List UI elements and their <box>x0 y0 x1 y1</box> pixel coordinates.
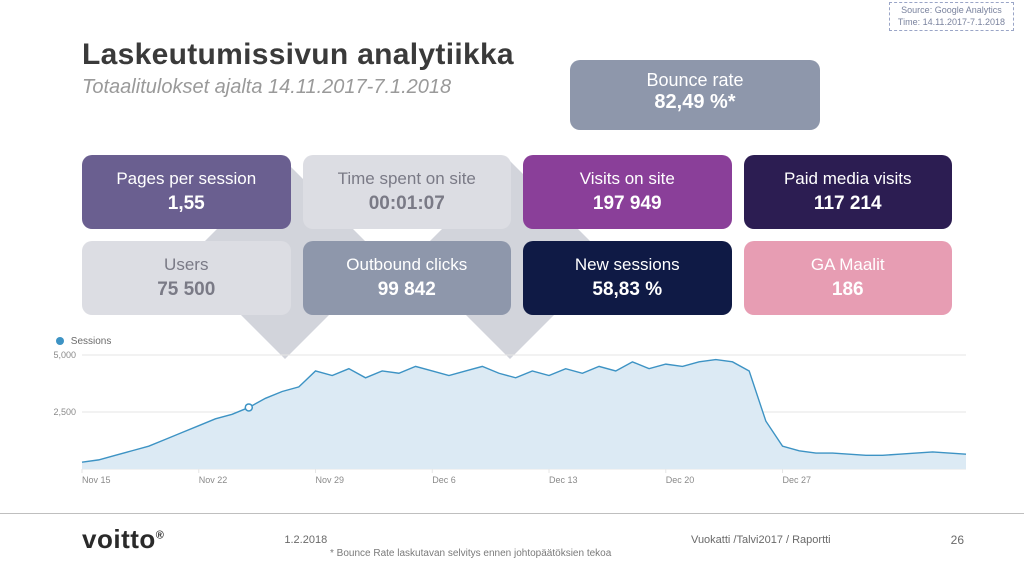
chart-legend: Sessions <box>56 336 976 347</box>
logo-text: voitto <box>82 524 156 554</box>
metric-label: Users <box>88 255 285 275</box>
svg-text:Nov 15: Nov 15 <box>82 475 111 485</box>
metric-label: Pages per session <box>88 169 285 189</box>
metric-paid-media-visits: Paid media visits 117 214 <box>744 155 953 229</box>
metric-label: Time spent on site <box>309 169 506 189</box>
page-subtitle: Totaalitulokset ajalta 14.11.2017-7.1.20… <box>82 76 514 99</box>
metric-label: GA Maalit <box>750 255 947 275</box>
metric-value: 197 949 <box>529 193 726 215</box>
metric-value: 75 500 <box>88 279 285 301</box>
footnote: * Bounce Rate laskutavan selvitys ennen … <box>330 548 611 559</box>
logo: voitto® <box>82 524 164 555</box>
svg-text:Dec 13: Dec 13 <box>549 475 578 485</box>
metric-label: Bounce rate <box>570 70 820 91</box>
metric-time-on-site: Time spent on site 00:01:07 <box>303 155 512 229</box>
metric-label: New sessions <box>529 255 726 275</box>
footer-page-number: 26 <box>951 533 964 547</box>
metric-outbound-clicks: Outbound clicks 99 842 <box>303 241 512 315</box>
legend-dot-icon <box>56 337 64 345</box>
metric-value: 117 214 <box>750 193 947 215</box>
chart-legend-label: Sessions <box>71 336 112 347</box>
logo-registered-icon: ® <box>156 529 165 541</box>
metric-new-sessions: New sessions 58,83 % <box>523 241 732 315</box>
page-title: Laskeutumissivun analytiikka <box>82 38 514 72</box>
footer-date: 1.2.2018 <box>284 534 327 546</box>
source-line2: Time: 14.11.2017-7.1.2018 <box>898 17 1005 29</box>
source-line1: Source: Google Analytics <box>898 5 1005 17</box>
source-info: Source: Google Analytics Time: 14.11.201… <box>889 2 1014 31</box>
footer-path: Vuokatti /Talvi2017 / Raportti <box>691 534 831 546</box>
metric-visits: Visits on site 197 949 <box>523 155 732 229</box>
metrics-grid: Pages per session 1,55 Time spent on sit… <box>82 155 952 315</box>
metric-label: Visits on site <box>529 169 726 189</box>
metric-pages-per-session: Pages per session 1,55 <box>82 155 291 229</box>
metric-ga-maalit: GA Maalit 186 <box>744 241 953 315</box>
metric-users: Users 75 500 <box>82 241 291 315</box>
svg-text:Dec 27: Dec 27 <box>783 475 812 485</box>
metric-value: 186 <box>750 279 947 301</box>
metric-value: 58,83 % <box>529 279 726 301</box>
svg-text:Nov 22: Nov 22 <box>199 475 228 485</box>
svg-text:2,500: 2,500 <box>53 407 76 417</box>
metric-label: Outbound clicks <box>309 255 506 275</box>
metric-value: 82,49 %* <box>570 91 820 114</box>
sessions-chart: Sessions 2,500 5,000 Nov 15 Nov 22 Nov 29 Dec… <box>48 336 976 489</box>
sessions-chart-svg: 2,500 5,000 Nov 15 Nov 22 Nov 29 Dec 6 Dec 13 D… <box>48 349 976 489</box>
metric-value: 00:01:07 <box>309 193 506 215</box>
metric-bounce-rate: Bounce rate 82,49 %* <box>570 60 820 130</box>
svg-text:Nov 29: Nov 29 <box>316 475 345 485</box>
metric-value: 1,55 <box>88 193 285 215</box>
metric-label: Paid media visits <box>750 169 947 189</box>
page-header: Laskeutumissivun analytiikka Totaalitulo… <box>82 38 514 99</box>
svg-text:5,000: 5,000 <box>53 350 76 360</box>
metric-value: 99 842 <box>309 279 506 301</box>
svg-text:Dec 20: Dec 20 <box>666 475 695 485</box>
svg-text:Dec 6: Dec 6 <box>432 475 456 485</box>
